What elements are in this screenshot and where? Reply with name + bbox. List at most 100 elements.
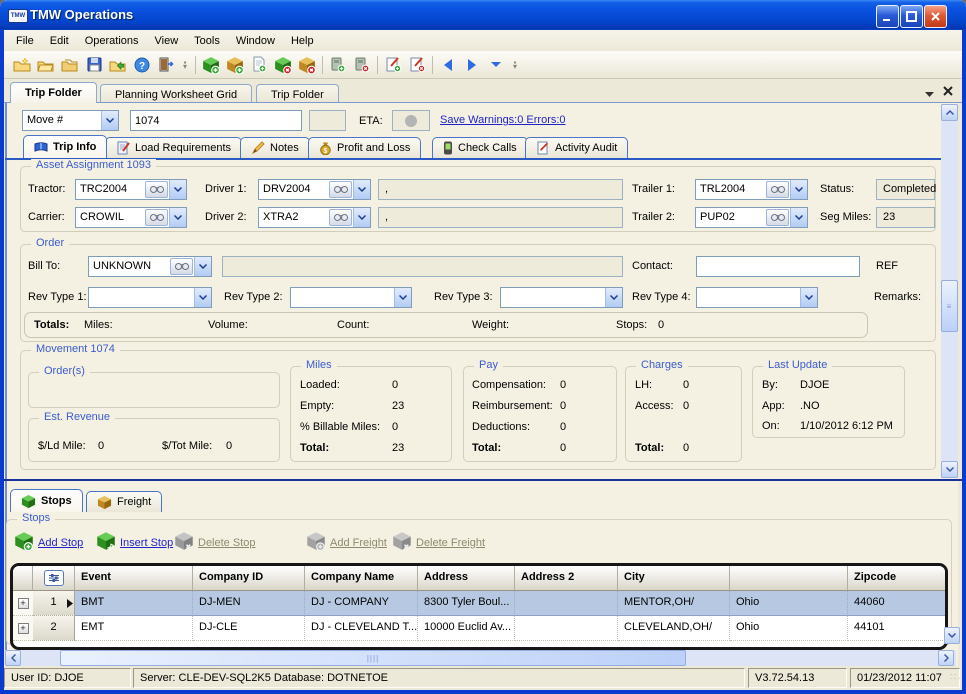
chevron-down-icon[interactable] <box>169 208 186 227</box>
delete-trip-icon[interactable] <box>271 54 295 76</box>
maximize-button[interactable] <box>900 5 923 28</box>
new-folder-icon[interactable] <box>10 54 34 76</box>
toolbar-overflow-icon[interactable]: ▪▾ <box>180 55 190 75</box>
chevron-down-icon[interactable] <box>790 208 807 227</box>
nav-dropdown-icon[interactable] <box>484 54 508 76</box>
scroll-right-icon[interactable] <box>938 650 954 666</box>
rev-type3-dropdown[interactable] <box>500 287 623 308</box>
chevron-down-icon[interactable] <box>790 180 807 199</box>
menu-file[interactable]: File <box>8 32 42 50</box>
tab-freight[interactable]: Freight <box>86 491 162 512</box>
carrier-combo[interactable]: CROWIL <box>75 207 187 228</box>
open-folder-icon[interactable] <box>34 54 58 76</box>
lookup-binoculars-icon[interactable] <box>145 181 168 198</box>
chevron-down-icon[interactable] <box>353 208 370 227</box>
export-folder-icon[interactable] <box>106 54 130 76</box>
scroll-down-icon[interactable] <box>941 461 958 478</box>
expand-row-icon[interactable]: + <box>18 598 29 609</box>
col-city[interactable]: City <box>618 566 730 591</box>
vertical-scrollbar-thumb[interactable]: ≡ <box>941 280 958 332</box>
unassign-icon[interactable] <box>350 54 374 76</box>
rev-type1-dropdown[interactable] <box>88 287 212 308</box>
toolbar-overflow-icon[interactable]: ▪▾ <box>510 55 520 75</box>
add-stop-link[interactable]: Add Stop <box>38 537 83 549</box>
close-button[interactable] <box>924 5 947 28</box>
menu-tools[interactable]: Tools <box>186 32 228 50</box>
tab-load-requirements[interactable]: Load Requirements <box>105 137 242 158</box>
col-event[interactable]: Event <box>75 566 193 591</box>
chevron-down-icon[interactable] <box>194 288 211 307</box>
chevron-down-icon[interactable] <box>800 288 817 307</box>
tab-profit-and-loss[interactable]: $ Profit and Loss <box>308 137 421 158</box>
table-row[interactable]: + 2 EMT DJ-CLE DJ - CLEVELAND T... 10000… <box>13 616 945 641</box>
tractor-combo[interactable]: TRC2004 <box>75 179 187 200</box>
lookup-binoculars-icon[interactable] <box>766 181 789 198</box>
rev-type2-dropdown[interactable] <box>290 287 412 308</box>
tab-notes[interactable]: Notes <box>240 137 310 158</box>
tab-activity-audit[interactable]: Activity Audit <box>525 137 628 158</box>
tab-trip-folder-2[interactable]: Trip Folder <box>256 84 339 103</box>
chevron-down-icon[interactable] <box>169 180 186 199</box>
col-company-name[interactable]: Company Name <box>305 566 418 591</box>
tab-list-dropdown-icon[interactable] <box>925 88 934 100</box>
tab-trip-info[interactable]: Trip Info <box>23 135 107 158</box>
lookup-binoculars-icon[interactable] <box>170 258 193 275</box>
trailer2-combo[interactable]: PUP02 <box>695 207 808 228</box>
contact-input[interactable] <box>696 256 860 277</box>
tab-planning-worksheet-grid[interactable]: Planning Worksheet Grid <box>100 84 252 103</box>
lookup-binoculars-icon[interactable] <box>145 209 168 226</box>
add-order-icon[interactable] <box>223 54 247 76</box>
expand-row-icon[interactable]: + <box>18 623 29 634</box>
menu-operations[interactable]: Operations <box>77 32 147 50</box>
add-stop-icon[interactable] <box>14 531 34 554</box>
chevron-down-icon[interactable] <box>101 111 118 130</box>
chevron-down-icon[interactable] <box>194 257 211 276</box>
forward-icon[interactable] <box>460 54 484 76</box>
chevron-down-icon[interactable] <box>353 180 370 199</box>
trailer1-combo[interactable]: TRL2004 <box>695 179 808 200</box>
rev-type4-dropdown[interactable] <box>696 287 818 308</box>
table-row[interactable]: + 1 BMT DJ-MEN DJ - COMPANY 8300 Tyler B… <box>13 591 945 616</box>
resize-grip-icon[interactable]: ˙˙˙˙˙ <box>950 676 962 684</box>
menu-view[interactable]: View <box>147 32 187 50</box>
grid-scroll-down-icon[interactable] <box>944 627 960 644</box>
help-icon[interactable]: ? <box>130 54 154 76</box>
tab-stops[interactable]: Stops <box>10 489 83 512</box>
delete-order-icon[interactable] <box>295 54 319 76</box>
search-type-combo[interactable]: Move # <box>22 110 119 131</box>
grid-options-icon[interactable] <box>44 570 64 586</box>
add-document-icon[interactable] <box>247 54 271 76</box>
assign-icon[interactable] <box>326 54 350 76</box>
insert-stop-link[interactable]: Insert Stop <box>120 537 173 549</box>
menu-window[interactable]: Window <box>228 32 283 50</box>
copy-folder-icon[interactable] <box>58 54 82 76</box>
col-address[interactable]: Address <box>418 566 515 591</box>
exit-icon[interactable] <box>154 54 178 76</box>
add-trip-icon[interactable] <box>199 54 223 76</box>
col-zipcode[interactable]: Zipcode <box>848 566 945 591</box>
edit-add-icon[interactable] <box>381 54 405 76</box>
lookup-binoculars-icon[interactable] <box>766 209 789 226</box>
menu-help[interactable]: Help <box>283 32 322 50</box>
driver2-combo[interactable]: XTRA2 <box>258 207 371 228</box>
chevron-down-icon[interactable] <box>394 288 411 307</box>
driver1-combo[interactable]: DRV2004 <box>258 179 371 200</box>
lookup-binoculars-icon[interactable] <box>329 209 352 226</box>
tab-check-calls[interactable]: Check Calls <box>432 137 528 158</box>
scroll-left-icon[interactable] <box>5 650 21 666</box>
horizontal-scrollbar-thumb[interactable]: |||| <box>60 650 686 666</box>
menu-edit[interactable]: Edit <box>42 32 77 50</box>
move-number-input[interactable] <box>130 110 302 131</box>
minimize-button[interactable] <box>876 5 899 28</box>
scroll-up-icon[interactable] <box>941 104 958 121</box>
bill-to-combo[interactable]: UNKNOWN <box>88 256 212 277</box>
edit-remove-icon[interactable] <box>405 54 429 76</box>
insert-stop-icon[interactable] <box>96 531 116 554</box>
col-company-id[interactable]: Company ID <box>193 566 305 591</box>
chevron-down-icon[interactable] <box>605 288 622 307</box>
back-icon[interactable] <box>436 54 460 76</box>
col-blank[interactable] <box>730 566 848 591</box>
lookup-binoculars-icon[interactable] <box>329 181 352 198</box>
tab-close-icon[interactable] <box>943 85 953 99</box>
save-warnings-link[interactable]: Save Warnings:0 Errors:0 <box>440 114 566 126</box>
